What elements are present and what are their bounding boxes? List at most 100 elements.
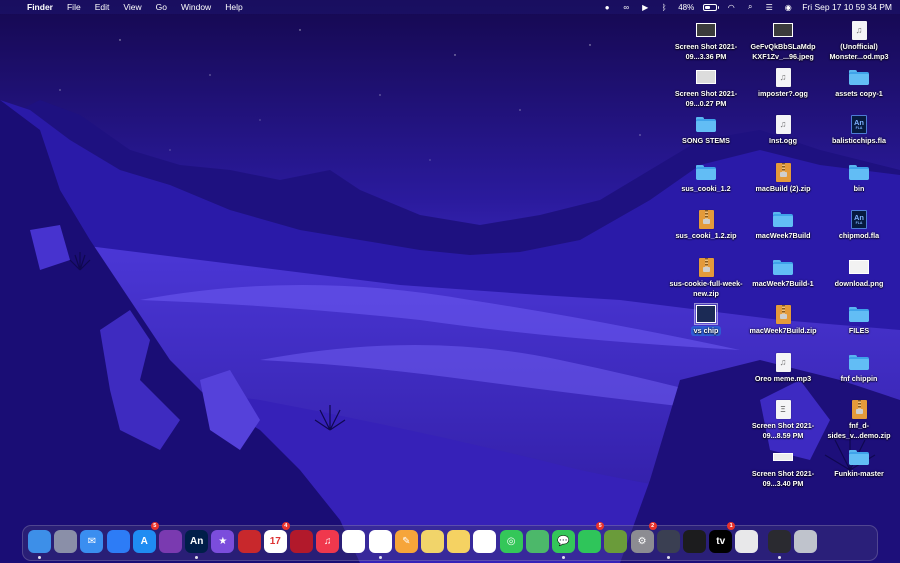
dock-app-icon[interactable]	[106, 530, 130, 553]
dock-app-icon[interactable]	[578, 530, 602, 553]
menu-go[interactable]: Go	[149, 0, 174, 14]
dock-item[interactable]	[237, 526, 261, 560]
dock-app-icon[interactable]: 💬	[552, 530, 575, 553]
desktop-file-icon[interactable]: sus_cooki_1.2	[667, 162, 745, 194]
desktop-file-icon[interactable]: Funkin-master	[820, 447, 898, 479]
desktop-file-icon[interactable]: bin	[820, 162, 898, 194]
creative-cloud-icon[interactable]: ∞	[621, 2, 631, 12]
dock-app-icon[interactable]: ★	[211, 530, 235, 553]
desktop-file-icon[interactable]: SONG STEMS	[667, 114, 745, 146]
dock-item[interactable]	[473, 526, 497, 560]
desktop-file-icon[interactable]: GeFvQkBbSLaMdp KXF1Zv_...96.jpeg	[744, 20, 822, 61]
dock-item[interactable]	[342, 526, 366, 560]
dock-app-icon[interactable]	[368, 530, 392, 553]
dock-item[interactable]: tv 1	[709, 522, 736, 560]
dock-app-icon[interactable]: tv	[709, 530, 733, 553]
dock-app-icon[interactable]	[735, 530, 759, 553]
dock-app-icon[interactable]: A	[132, 530, 156, 553]
desktop-file-icon[interactable]: An FLA chipmod.fla	[820, 209, 898, 241]
desktop-file-icon[interactable]: sus_cooki_1.2.zip	[667, 209, 745, 241]
dock-item[interactable]: ⚙ 2	[630, 522, 657, 560]
dock-app-icon[interactable]: ✉	[80, 530, 104, 553]
desktop-file-icon[interactable]: Screen Shot 2021-09...0.27 PM	[667, 67, 745, 108]
menu-app-finder[interactable]: Finder	[20, 0, 60, 14]
desktop-file-icon[interactable]: Screen Shot 2021-09...3.36 PM	[667, 20, 745, 61]
dock-app-icon[interactable]: ⚙	[630, 530, 654, 553]
dock-app-icon[interactable]: ♫	[316, 530, 340, 553]
dock-app-icon[interactable]	[525, 530, 549, 553]
dock-item[interactable]	[447, 526, 471, 560]
dock-app-icon[interactable]	[28, 530, 51, 553]
dock-item[interactable]	[525, 526, 549, 560]
dock-app-icon[interactable]: An	[185, 530, 209, 553]
search-icon[interactable]: ⌕	[745, 2, 755, 12]
dock-item[interactable]: ✎	[394, 526, 418, 560]
dock-app-icon[interactable]	[447, 530, 471, 553]
desktop-file-icon[interactable]: macWeek7Build	[744, 209, 822, 241]
menu-view[interactable]: View	[116, 0, 148, 14]
dock-item[interactable]: ◎	[499, 526, 523, 560]
dock-app-icon[interactable]	[473, 530, 497, 553]
dock-item[interactable]	[656, 526, 680, 560]
menu-help[interactable]: Help	[218, 0, 249, 14]
desktop-file-icon[interactable]: vs chip	[667, 303, 745, 336]
wifi-icon[interactable]: ◠	[726, 2, 736, 12]
dock-item[interactable]: An	[185, 526, 209, 560]
dock-app-icon[interactable]	[421, 530, 444, 553]
desktop-file-icon[interactable]: ♫ Oreo meme.mp3	[744, 352, 822, 384]
menu-clock[interactable]: Fri Sep 17 10 59 34 PM	[802, 2, 892, 12]
dock-item[interactable]	[793, 526, 817, 560]
dock-item[interactable]	[54, 526, 78, 560]
menu-edit[interactable]: Edit	[88, 0, 117, 14]
dock-app-icon[interactable]	[342, 530, 366, 553]
record-icon[interactable]: ●	[602, 2, 612, 12]
desktop-file-icon[interactable]: download.png	[820, 257, 898, 289]
dock-app-icon[interactable]	[604, 530, 628, 553]
dock-item[interactable]: ♫	[316, 526, 340, 560]
dock-item[interactable]: 5	[578, 522, 605, 560]
desktop-file-icon[interactable]: sus-cookie-full-week-new.zip	[667, 257, 745, 298]
dock-app-icon[interactable]	[54, 530, 78, 553]
control-center-icon[interactable]: ☰	[764, 2, 774, 12]
dock-item[interactable]	[735, 526, 759, 560]
dock-item[interactable]: ★	[211, 526, 235, 560]
dock-app-icon[interactable]: 17	[263, 530, 287, 553]
siri-icon[interactable]: ◉	[783, 2, 793, 12]
dock-app-icon[interactable]	[290, 530, 313, 553]
dock-app-icon[interactable]	[656, 530, 680, 553]
dock-item[interactable]	[159, 526, 182, 560]
menu-file[interactable]: File	[60, 0, 88, 14]
bluetooth-icon[interactable]: ᛒ	[659, 2, 669, 12]
dock-app-icon[interactable]	[159, 530, 182, 553]
desktop-file-icon[interactable]: An FLA balisticchips.fla	[820, 114, 898, 146]
battery-icon[interactable]	[703, 3, 720, 11]
desktop-file-icon[interactable]: ♫ Inst.ogg	[744, 114, 822, 146]
desktop-file-icon[interactable]: Screen Shot 2021-09...3.40 PM	[744, 447, 822, 488]
desktop-file-icon[interactable]: ♫ imposter?.ogg	[744, 67, 822, 99]
dock-app-icon[interactable]	[237, 530, 261, 553]
desktop-file-icon[interactable]: Ξ Screen Shot 2021-09...8.59 PM	[744, 399, 822, 440]
dock-item[interactable]: 17 4	[263, 522, 290, 560]
dock-item[interactable]	[767, 526, 791, 560]
dock-item[interactable]	[28, 526, 51, 560]
desktop-file-icon[interactable]: macBuild (2).zip	[744, 162, 822, 194]
media-play-icon[interactable]: ▶	[640, 2, 650, 12]
desktop-file-icon[interactable]: macWeek7Build-1	[744, 257, 822, 289]
dock-item[interactable]	[290, 526, 313, 560]
dock-item[interactable]: A5	[132, 522, 159, 560]
dock-item[interactable]	[683, 526, 706, 560]
dock-app-icon[interactable]	[793, 530, 817, 553]
desktop-file-icon[interactable]: fnf_d-sides_v...demo.zip	[820, 399, 898, 440]
dock-item[interactable]	[421, 526, 444, 560]
desktop-file-icon[interactable]: fnf chippin	[820, 352, 898, 384]
dock-app-icon[interactable]	[767, 530, 791, 553]
dock-app-icon[interactable]: ✎	[394, 530, 418, 553]
desktop-file-icon[interactable]: FILES	[820, 304, 898, 336]
desktop-file-icon[interactable]: assets copy-1	[820, 67, 898, 99]
dock-item[interactable]: 💬	[552, 526, 575, 560]
dock-item[interactable]	[368, 526, 392, 560]
dock-app-icon[interactable]	[683, 530, 706, 553]
dock-item[interactable]	[604, 526, 628, 560]
dock-item[interactable]	[106, 526, 130, 560]
dock-app-icon[interactable]: ◎	[499, 530, 523, 553]
